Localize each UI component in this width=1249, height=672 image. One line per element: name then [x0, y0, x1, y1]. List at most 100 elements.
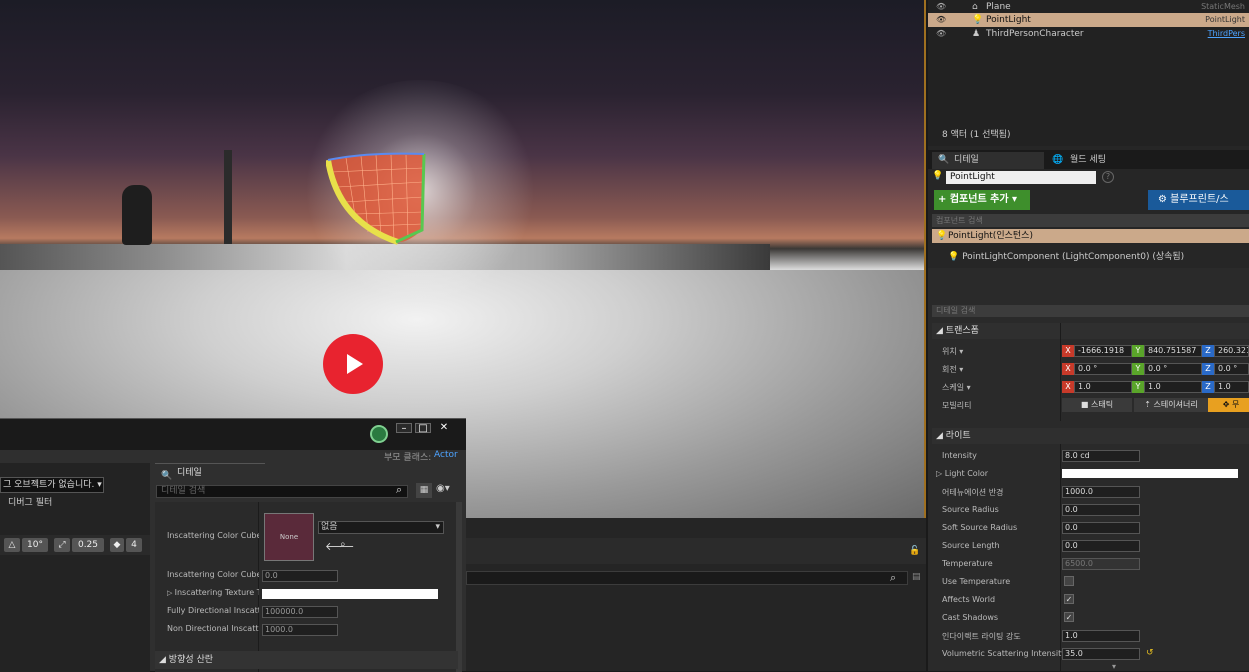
- debug-object-select[interactable]: 그 오브젝트가 없습니다. ▾: [0, 477, 104, 493]
- use-temperature-checkbox[interactable]: [1064, 576, 1074, 586]
- help-icon[interactable]: ?: [1102, 171, 1114, 183]
- outliner-row-selected[interactable]: 👁 💡 PointLight PointLight: [928, 13, 1249, 27]
- prop-value[interactable]: 1000.0: [262, 624, 338, 636]
- scale-label[interactable]: 스케일 ▾: [942, 382, 971, 393]
- scale-x[interactable]: 1.0: [1074, 381, 1132, 393]
- intensity-value[interactable]: 8.0 cd: [1062, 450, 1140, 462]
- rotate-snap-value[interactable]: 10°: [22, 538, 48, 552]
- expand-more-icon[interactable]: ▾: [1112, 662, 1116, 671]
- right-panel: 👁 ⌂ Plane StaticMesh 👁 💡 PointLight Poin…: [928, 0, 1249, 671]
- source-radius-value[interactable]: 0.0: [1062, 504, 1140, 516]
- details-search-input[interactable]: 디테일 검색: [156, 485, 408, 498]
- search-icon[interactable]: ⌕: [890, 571, 896, 585]
- add-component-button[interactable]: + 컴포넌트 추가 ▾: [934, 190, 1030, 210]
- indirect-lighting-value[interactable]: 1.0: [1062, 630, 1140, 642]
- rotation-x[interactable]: 0.0 °: [1074, 363, 1132, 375]
- component-root[interactable]: 💡 PointLight(인스턴스): [932, 229, 1249, 243]
- tab-details[interactable]: 🔍 디테일: [155, 463, 265, 481]
- unreal-logo-icon: [370, 425, 388, 443]
- outliner-row[interactable]: 👁 ⌂ Plane StaticMesh: [928, 0, 1249, 14]
- settings-icon[interactable]: ▤: [912, 572, 921, 582]
- debug-filter-label: 디버그 필터: [8, 498, 53, 508]
- location-z[interactable]: 260.3215: [1214, 345, 1249, 357]
- location-label[interactable]: 위치 ▾: [942, 346, 963, 357]
- affects-world-checkbox[interactable]: ✓: [1064, 594, 1074, 604]
- eye-icon[interactable]: ◉▾: [436, 483, 450, 494]
- actor-name-field[interactable]: PointLight: [946, 171, 1096, 184]
- eye-icon[interactable]: 👁: [936, 0, 946, 14]
- eye-icon[interactable]: 👁: [936, 27, 946, 41]
- prop-label: Use Temperature: [942, 577, 1011, 586]
- prop-value[interactable]: 0.0: [262, 570, 338, 582]
- camera-speed-icon[interactable]: ◆: [110, 538, 124, 552]
- prop-label: Non Directional Inscatte: [167, 624, 259, 633]
- scale-y[interactable]: 1.0: [1144, 381, 1202, 393]
- attenuation-radius-value[interactable]: 1000.0: [1062, 486, 1140, 498]
- scale-snap-icon[interactable]: ⤢: [54, 538, 70, 552]
- mobility-stationary[interactable]: ⇡ 스테이셔너리: [1134, 398, 1208, 412]
- light-color-swatch[interactable]: [1062, 469, 1238, 478]
- lock-icon[interactable]: 🔓: [909, 546, 920, 556]
- rotation-y[interactable]: 0.0 °: [1144, 363, 1202, 375]
- prop-label: Intensity: [942, 451, 977, 460]
- volumetric-scattering-value[interactable]: 35.0: [1062, 648, 1140, 660]
- viewport-pole: [224, 150, 232, 244]
- component-search-input[interactable]: 컴포넌트 검색: [932, 214, 1249, 227]
- view-options-icon[interactable]: ▦: [416, 483, 432, 498]
- asset-thumbnail[interactable]: None: [264, 513, 314, 561]
- component-child[interactable]: 💡 PointLightComponent (LightComponent0) …: [948, 249, 1184, 262]
- prop-label: ▷ Light Color: [936, 469, 989, 478]
- section-light[interactable]: ◢ 라이트: [932, 428, 1249, 444]
- location-x[interactable]: -1666.1918: [1074, 345, 1132, 357]
- scale-snap-value[interactable]: 0.25: [72, 538, 104, 552]
- scrollbar[interactable]: [456, 502, 462, 672]
- reset-default-icon[interactable]: ↺: [1146, 648, 1154, 658]
- texture-tint-color[interactable]: [262, 589, 438, 599]
- source-length-value[interactable]: 0.0: [1062, 540, 1140, 552]
- scale-z[interactable]: 1.0: [1214, 381, 1249, 393]
- prop-label: Cast Shadows: [942, 613, 999, 622]
- rotation-z[interactable]: 0.0 °: [1214, 363, 1249, 375]
- section-transform[interactable]: ◢ 트랜스폼: [932, 323, 1249, 339]
- details-search-input[interactable]: 디테일 검색: [932, 305, 1249, 317]
- browse-icon[interactable]: ⌕: [340, 539, 346, 550]
- rotate-snap-icon[interactable]: △: [4, 538, 20, 552]
- mobility-static[interactable]: ■ 스태틱: [1062, 398, 1132, 412]
- section-header[interactable]: ◢ 방향성 산란: [155, 651, 458, 669]
- maximize-icon[interactable]: □: [415, 423, 431, 434]
- blueprint-button[interactable]: ⚙ 블루프린트/스: [1148, 190, 1249, 210]
- search-input[interactable]: [466, 571, 908, 585]
- third-person-character[interactable]: [122, 185, 152, 245]
- x-axis-icon: X: [1062, 345, 1074, 357]
- asset-dropdown[interactable]: 없음 ▾: [318, 521, 444, 534]
- toolbar-strip: [466, 538, 926, 564]
- actor-type: StaticMesh: [1201, 2, 1245, 11]
- minimize-icon[interactable]: –: [396, 423, 412, 434]
- prop-label: Source Radius: [942, 505, 999, 514]
- x-axis-icon: X: [1062, 363, 1074, 375]
- close-icon[interactable]: ✕: [436, 423, 452, 433]
- play-button[interactable]: [323, 334, 383, 394]
- prop-label: Volumetric Scattering Intensity: [942, 649, 1066, 658]
- soft-source-radius-value[interactable]: 0.0: [1062, 522, 1140, 534]
- temperature-value[interactable]: 6500.0: [1062, 558, 1140, 570]
- eye-icon[interactable]: 👁: [936, 13, 946, 27]
- actor-type: PointLight: [1205, 15, 1245, 24]
- mobility-movable[interactable]: ✥ 무: [1208, 398, 1249, 412]
- location-y[interactable]: 840.751587: [1144, 345, 1202, 357]
- tab-details-label: 디테일: [177, 468, 202, 478]
- tab-details[interactable]: 🔍 디테일: [932, 152, 1044, 169]
- camera-speed-value[interactable]: 4: [126, 538, 142, 552]
- rotation-label[interactable]: 회전 ▾: [942, 364, 963, 375]
- actor-type-link[interactable]: ThirdPers: [1208, 27, 1245, 41]
- light-bulb-icon: 💡: [932, 171, 944, 181]
- outliner-row[interactable]: 👁 ♟ ThirdPersonCharacter ThirdPers: [928, 27, 1249, 41]
- z-axis-icon: Z: [1202, 363, 1214, 375]
- search-icon[interactable]: ⌕: [396, 483, 402, 497]
- tab-world-settings[interactable]: 🌐 월드 세팅: [1048, 152, 1152, 169]
- prop-value[interactable]: 100000.0: [262, 606, 338, 618]
- point-light-gizmo[interactable]: [326, 152, 426, 246]
- parent-class-link[interactable]: Actor: [434, 450, 458, 460]
- cast-shadows-checkbox[interactable]: ✓: [1064, 612, 1074, 622]
- window-titlebar[interactable]: – □ ✕: [0, 419, 466, 450]
